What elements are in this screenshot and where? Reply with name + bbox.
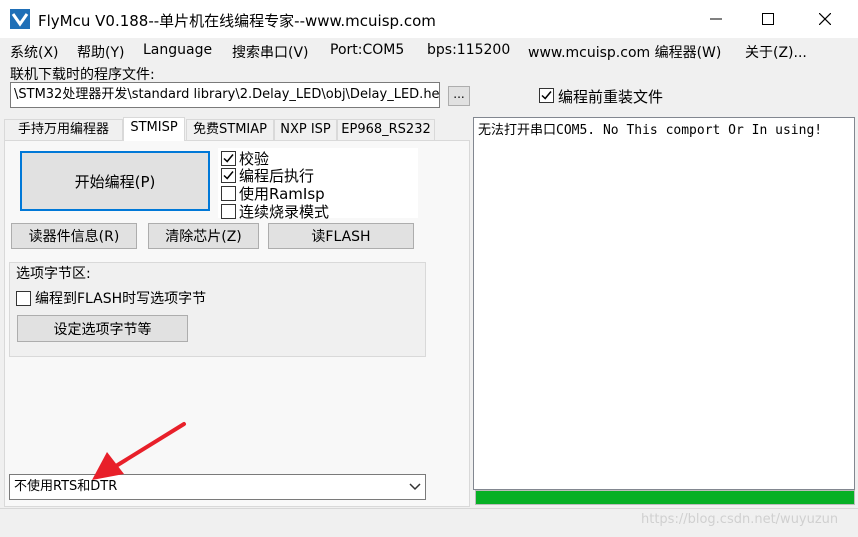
- minimize-button[interactable]: [693, 0, 739, 38]
- menu-port[interactable]: Port:COM5: [330, 42, 404, 58]
- write-option-bytes-label: 编程到FLASH时写选项字节: [35, 291, 207, 307]
- tab-nxp-isp[interactable]: NXP ISP: [274, 119, 337, 141]
- tab-ep968-rs232[interactable]: EP968_RS232: [337, 119, 435, 141]
- output-log-text: 无法打开串口COM5. No This comport Or In using!: [478, 123, 823, 138]
- minimize-icon: [710, 18, 722, 20]
- use-ramisp-checkbox[interactable]: [221, 186, 236, 201]
- maximize-icon: [762, 13, 774, 25]
- write-option-bytes-row[interactable]: 编程到FLASH时写选项字节: [16, 288, 206, 308]
- tab-handheld-programmer[interactable]: 手持万用编程器: [4, 119, 123, 141]
- maximize-button[interactable]: [745, 0, 791, 38]
- menu-system[interactable]: 系统(X): [10, 42, 59, 62]
- checkmark-icon: [223, 154, 234, 163]
- continuous-mode-checkbox[interactable]: [221, 204, 236, 219]
- chevron-down-icon: [409, 483, 421, 491]
- menu-bar: 系统(X) 帮助(Y) Language 搜索串口(V) Port:COM5 b…: [0, 38, 858, 64]
- tab-free-stmiap[interactable]: 免费STMIAP: [186, 119, 274, 141]
- close-icon: [819, 13, 831, 25]
- flymcu-app-icon: [10, 9, 30, 29]
- checkmark-icon: [223, 171, 234, 180]
- checkmark-icon: [541, 91, 552, 100]
- option-continuous-mode[interactable]: 连续烧录模式: [221, 201, 329, 222]
- reload-before-program-label: 编程前重装文件: [558, 88, 664, 106]
- menu-search-port[interactable]: 搜索串口(V): [232, 42, 309, 62]
- verify-checkbox[interactable]: [221, 151, 236, 166]
- read-flash-button[interactable]: 读FLASH: [268, 223, 414, 249]
- rts-dtr-mode-select[interactable]: 不使用RTS和DTR: [9, 474, 426, 500]
- menu-about[interactable]: 关于(Z)...: [745, 42, 807, 62]
- browse-file-button[interactable]: ...: [448, 86, 470, 106]
- rts-dtr-mode-value: 不使用RTS和DTR: [14, 479, 118, 494]
- program-file-label: 联机下载时的程序文件:: [10, 67, 155, 83]
- option-bytes-title: 选项字节区:: [16, 266, 91, 282]
- set-option-bytes-button[interactable]: 设定选项字节等: [17, 315, 188, 342]
- menu-help[interactable]: 帮助(Y): [77, 42, 124, 62]
- read-device-info-button[interactable]: 读器件信息(R): [11, 223, 137, 249]
- run-after-program-checkbox[interactable]: [221, 168, 236, 183]
- menu-language[interactable]: Language: [143, 42, 212, 58]
- watermark: https://blog.csdn.net/wuyuzun: [641, 512, 839, 527]
- reload-before-program-checkbox[interactable]: [539, 88, 554, 103]
- continuous-mode-label: 连续烧录模式: [239, 203, 330, 221]
- menu-programmer[interactable]: www.mcuisp.com 编程器(W): [528, 42, 721, 62]
- program-file-input[interactable]: \STM32处理器开发\standard library\2.Delay_LED…: [10, 82, 440, 108]
- window-title: FlyMcu V0.188--单片机在线编程专家--www.mcuisp.com: [38, 12, 436, 30]
- tab-stmisp[interactable]: STMISP: [123, 117, 185, 141]
- close-button[interactable]: [802, 0, 848, 38]
- write-option-bytes-checkbox[interactable]: [16, 290, 31, 306]
- output-log[interactable]: [473, 117, 855, 490]
- progress-bar-fill: [476, 491, 854, 504]
- start-programming-button[interactable]: 开始编程(P): [20, 151, 210, 211]
- menu-bps[interactable]: bps:115200: [427, 42, 510, 58]
- erase-chip-button[interactable]: 清除芯片(Z): [148, 223, 259, 249]
